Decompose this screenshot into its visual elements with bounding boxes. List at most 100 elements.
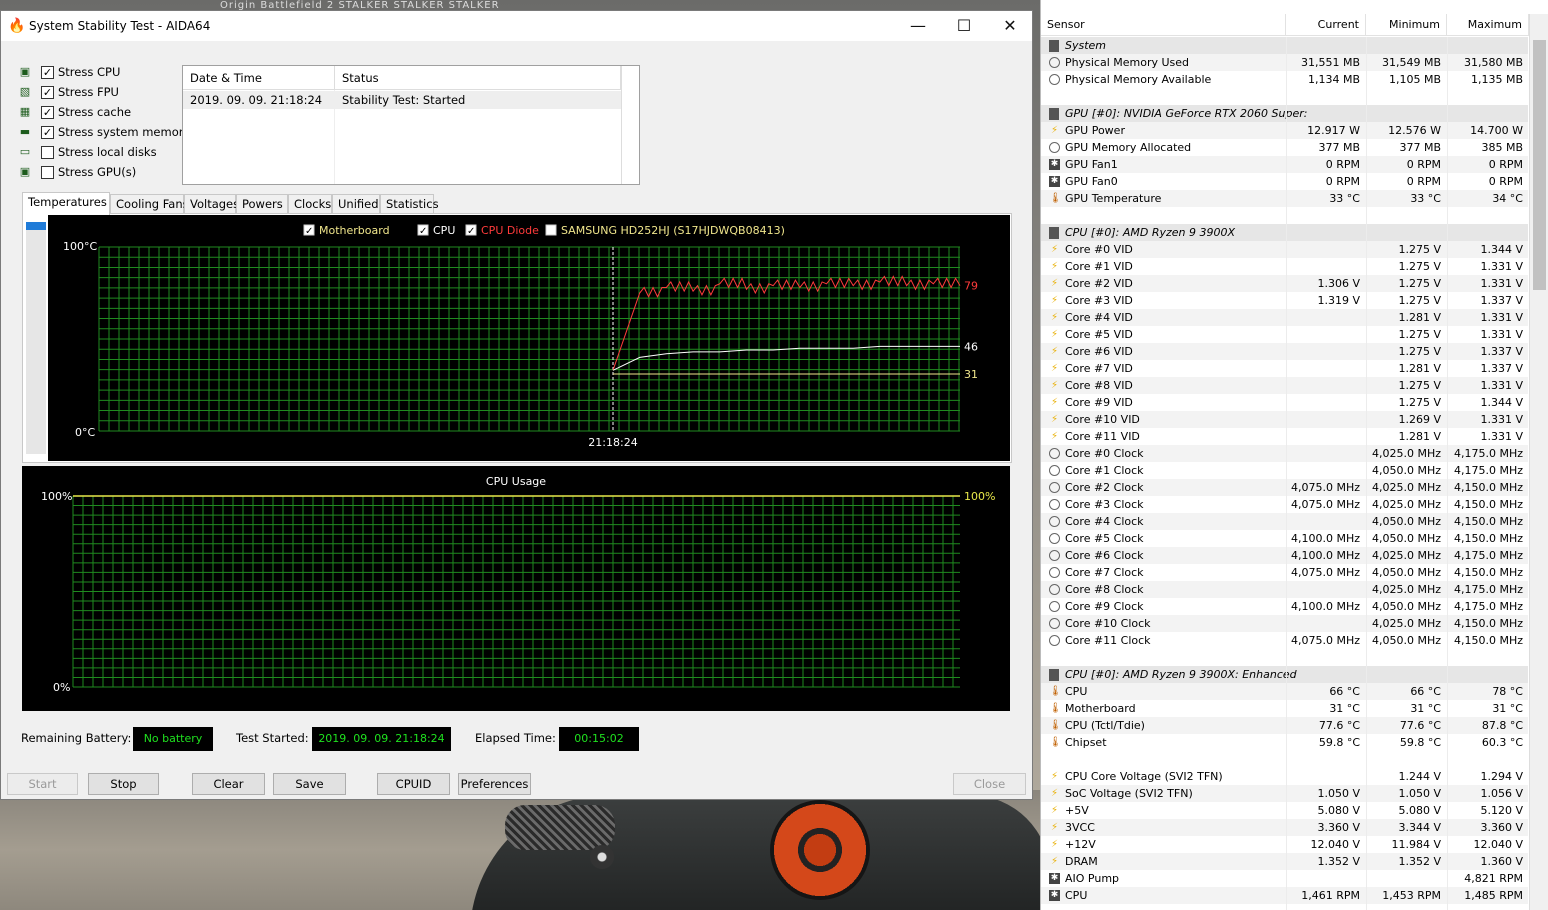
graph-scrollbar-thumb[interactable] — [26, 222, 46, 230]
sensor-row[interactable]: Core #8 Clock 4,025.0 MHz 4,175.0 MHz — [1041, 581, 1528, 598]
sensor-row[interactable]: Core #5 Clock 4,100.0 MHz 4,050.0 MHz 4,150… — [1041, 530, 1528, 547]
sensor-row[interactable]: Core #1 Clock 4,050.0 MHz 4,175.0 MHz — [1041, 462, 1528, 479]
sensor-row[interactable]: GPU Memory Allocated 377 MB 377 MB 385 MB — [1041, 139, 1528, 156]
tab-statistics[interactable]: Statistics — [380, 194, 439, 214]
sensor-row[interactable]: ⚡ Core #3 VID 1.319 V 1.275 V 1.337 V — [1041, 292, 1528, 309]
sensor-row[interactable]: ⚡ Core #5 VID 1.275 V 1.331 V — [1041, 326, 1528, 343]
sensor-row[interactable]: ⚡ +12V 12.040 V 11.984 V 12.040 V — [1041, 836, 1528, 853]
tab-powers[interactable]: Powers — [236, 194, 288, 214]
sensor-row[interactable]: ⚡ DRAM 1.352 V 1.352 V 1.360 V — [1041, 853, 1528, 870]
sensor-row[interactable]: ⚡ SoC Voltage (SVI2 TFN) 1.050 V 1.050 V 1.0… — [1041, 785, 1528, 802]
start-button[interactable]: Start — [7, 773, 78, 795]
thermometer-icon: 🌡 — [1049, 686, 1062, 697]
cpuid-button[interactable]: CPUID — [377, 773, 450, 795]
legend-label: CPU — [433, 224, 455, 237]
tab-unified[interactable]: Unified — [332, 194, 380, 214]
cpu-chip-icon: ▣ — [19, 65, 31, 78]
sensor-row[interactable]: 🌡 CPU (Tctl/Tdie) 77.6 °C 77.6 °C 87.8 °C — [1041, 717, 1528, 734]
sensor-row[interactable]: ⚡ Core #1 VID 1.275 V 1.331 V — [1041, 258, 1528, 275]
log-row[interactable]: 2019. 09. 09. 21:18:24 Stability Test: S… — [183, 91, 621, 109]
stress-option[interactable]: ▧ ✓ Stress FPU — [17, 83, 182, 103]
sensor-row[interactable]: ⚡ Core #10 VID 1.269 V 1.331 V — [1041, 411, 1528, 428]
preferences-button[interactable]: Preferences — [458, 773, 531, 795]
stress-checkbox[interactable]: ✓ — [41, 126, 54, 139]
sensor-row[interactable]: ⚡ Core #2 VID 1.306 V 1.275 V 1.331 V — [1041, 275, 1528, 292]
sensor-row[interactable]: Core #3 Clock 4,075.0 MHz 4,025.0 MHz 4,150… — [1041, 496, 1528, 513]
sensor-current-value — [1286, 360, 1360, 377]
sensor-row[interactable]: Core #10 Clock 4,025.0 MHz 4,150.0 MHz — [1041, 615, 1528, 632]
sensor-row[interactable]: ⚡ Core #11 VID 1.281 V 1.331 V — [1041, 428, 1528, 445]
sensor-row[interactable]: Core #6 Clock 4,100.0 MHz 4,025.0 MHz 4,175… — [1041, 547, 1528, 564]
sensor-group-row[interactable]: GPU [#0]: NVIDIA GeForce RTX 2060 Super: — [1041, 105, 1528, 122]
sensor-current-value: 1.352 V — [1317, 855, 1360, 868]
sensor-row[interactable]: ⚡ 3VCC 3.360 V 3.344 V 3.360 V — [1041, 819, 1528, 836]
sensor-row[interactable]: Core #9 Clock 4,100.0 MHz 4,050.0 MHz 4,175… — [1041, 598, 1528, 615]
wallpaper-car-wheel — [770, 800, 870, 900]
sensor-row[interactable]: ⚡ Core #8 VID 1.275 V 1.331 V — [1041, 377, 1528, 394]
close-button[interactable]: Close — [953, 773, 1026, 795]
stress-checkbox[interactable]: ✓ — [41, 106, 54, 119]
log-scrollbar[interactable] — [621, 66, 639, 184]
tab-temperatures[interactable]: Temperatures — [22, 192, 110, 215]
column-sensor[interactable]: Sensor — [1041, 14, 1286, 36]
sensor-row[interactable]: Core #11 Clock 4,075.0 MHz 4,050.0 MHz 4,15… — [1041, 632, 1528, 649]
sensor-row[interactable]: ⚡ Core #6 VID 1.275 V 1.337 V — [1041, 343, 1528, 360]
sensor-row[interactable]: ⚡ Core #7 VID 1.281 V 1.337 V — [1041, 360, 1528, 377]
sensor-row[interactable]: 🌡 Motherboard 31 °C 31 °C 31 °C — [1041, 700, 1528, 717]
stress-checkbox[interactable]: ✓ — [41, 86, 54, 99]
tab-voltages[interactable]: Voltages — [184, 194, 239, 214]
stress-option[interactable]: ▣ Stress GPU(s) — [17, 163, 182, 183]
sensor-row[interactable]: 🌡 GPU Temperature 33 °C 33 °C 34 °C — [1041, 190, 1528, 207]
save-button[interactable]: Save — [273, 773, 346, 795]
stress-checkbox[interactable] — [41, 146, 54, 159]
sensor-row[interactable]: ⚡ +5V 5.080 V 5.080 V 5.120 V — [1041, 802, 1528, 819]
sensor-group-row[interactable]: CPU [#0]: AMD Ryzen 9 3900X — [1041, 224, 1528, 241]
sensor-row[interactable]: ✱ AIO Pump 4,821 RPM — [1041, 870, 1528, 887]
log-column-datetime[interactable]: Date & Time — [183, 66, 335, 90]
title-bar[interactable]: 🔥 System Stability Test - AIDA64 — ☐ ✕ — [1, 11, 1032, 41]
column-minimum[interactable]: Minimum — [1366, 14, 1447, 36]
sensor-group-row[interactable]: System — [1041, 37, 1528, 54]
minimize-button[interactable]: — — [895, 11, 941, 41]
sensor-row[interactable]: 🌡 Chipset 59.8 °C 59.8 °C 60.3 °C — [1041, 734, 1528, 751]
sensor-row[interactable]: ⚡ Core #0 VID 1.275 V 1.344 V — [1041, 241, 1528, 258]
stress-option[interactable]: ▦ ✓ Stress cache — [17, 103, 182, 123]
log-column-status[interactable]: Status — [335, 66, 621, 90]
sensor-scrollbar-thumb[interactable] — [1533, 40, 1546, 290]
stress-option[interactable]: ▬ ✓ Stress system memory — [17, 123, 190, 143]
sensor-row[interactable]: Core #2 Clock 4,075.0 MHz 4,025.0 MHz 4,150… — [1041, 479, 1528, 496]
gauge-icon — [1049, 142, 1060, 153]
stop-button[interactable]: Stop — [88, 773, 159, 795]
sensor-row[interactable]: ✱ GPU Fan0 0 RPM 0 RPM 0 RPM — [1041, 173, 1528, 190]
column-current[interactable]: Current — [1286, 14, 1366, 36]
sensor-row[interactable]: ⚡ Core #4 VID 1.281 V 1.331 V — [1041, 309, 1528, 326]
sensor-group-row[interactable]: CPU [#0]: AMD Ryzen 9 3900X: Enhanced — [1041, 666, 1528, 683]
stress-checkbox[interactable]: ✓ — [41, 66, 54, 79]
sensor-row[interactable]: ⚡ Core #9 VID 1.275 V 1.344 V — [1041, 394, 1528, 411]
sensor-row[interactable]: Physical Memory Available 1,134 MB 1,105 M… — [1041, 71, 1528, 88]
tab-clocks[interactable]: Clocks — [288, 194, 332, 214]
sensor-name: Core #0 Clock — [1065, 447, 1144, 460]
sensor-row[interactable]: 🌡 CPU 66 °C 66 °C 78 °C — [1041, 683, 1528, 700]
clear-button[interactable]: Clear — [192, 773, 265, 795]
maximize-button[interactable]: ☐ — [941, 11, 987, 41]
sensor-row[interactable]: ⚡ CPU Core Voltage (SVI2 TFN) 1.244 V 1.294… — [1041, 768, 1528, 785]
tab-cooling-fans[interactable]: Cooling Fans — [110, 194, 189, 214]
sensor-row[interactable]: ✱ GPU Fan1 0 RPM 0 RPM 0 RPM — [1041, 156, 1528, 173]
sensor-name: GPU Fan0 — [1065, 175, 1118, 188]
sensor-scrollbar[interactable] — [1529, 14, 1548, 910]
sensor-row[interactable]: Core #7 Clock 4,075.0 MHz 4,050.0 MHz 4,150… — [1041, 564, 1528, 581]
sensor-row[interactable]: Core #4 Clock 4,050.0 MHz 4,150.0 MHz — [1041, 513, 1528, 530]
sensor-row[interactable]: ✱ CPU 1,461 RPM 1,453 RPM 1,485 RPM — [1041, 887, 1528, 904]
column-maximum[interactable]: Maximum — [1447, 14, 1529, 36]
sensor-row[interactable]: Physical Memory Used 31,551 MB 31,549 MB 31… — [1041, 54, 1528, 71]
sensor-row[interactable]: ⚡ GPU Power 12.917 W 12.576 W 14.700 W — [1041, 122, 1528, 139]
sensor-maximum-value: 4,150.0 MHz — [1453, 566, 1523, 579]
y-axis-bottom-label: 0°C — [75, 426, 95, 439]
stress-option[interactable]: ▭ Stress local disks — [17, 143, 182, 163]
graph-scrollbar[interactable] — [26, 222, 46, 454]
close-window-button[interactable]: ✕ — [987, 11, 1033, 41]
stress-option[interactable]: ▣ ✓ Stress CPU — [17, 63, 182, 83]
stress-checkbox[interactable] — [41, 166, 54, 179]
sensor-row[interactable]: Core #0 Clock 4,025.0 MHz 4,175.0 MHz — [1041, 445, 1528, 462]
